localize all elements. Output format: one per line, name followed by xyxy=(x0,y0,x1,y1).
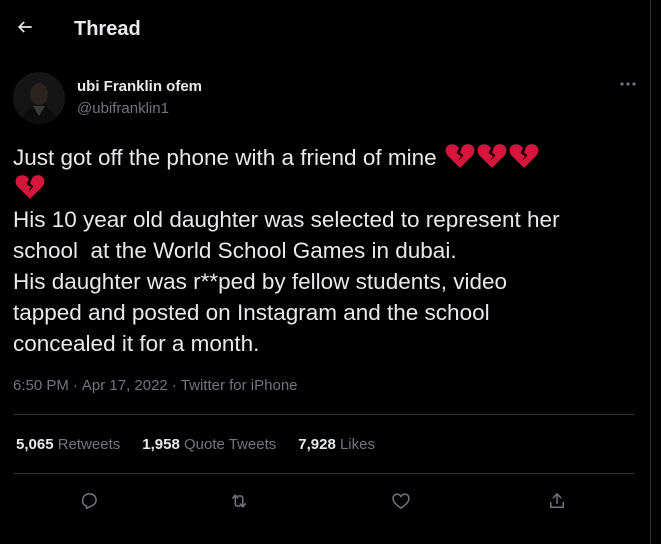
likes-label: Likes xyxy=(339,436,375,453)
tweet-date[interactable]: Apr 17, 2022 xyxy=(82,377,168,394)
share-button[interactable] xyxy=(539,483,575,519)
retweet-icon xyxy=(232,494,246,508)
thread-header: Thread xyxy=(0,0,650,58)
retweets-count: 5,065 xyxy=(16,436,54,453)
quote-tweets-stat[interactable]: 1,958 Quote Tweets xyxy=(142,435,276,455)
tweet-text-line: Just got off the phone with a friend of … xyxy=(13,145,437,170)
retweets-stat[interactable]: 5,065 Retweets xyxy=(16,435,120,455)
back-button[interactable] xyxy=(8,10,42,44)
tweet-author-row: ubi Franklin ofem @ubifranklin1 xyxy=(13,70,643,126)
tweet-text: Just got off the phone with a friend of … xyxy=(13,142,633,359)
tweet-source[interactable]: Twitter for iPhone xyxy=(181,377,298,394)
tweet-text-line: school at the World School Games in duba… xyxy=(13,238,457,263)
tweet-text-line: tapped and posted on Instagram and the s… xyxy=(13,300,490,325)
meta-separator: · xyxy=(72,377,78,394)
page-title: Thread xyxy=(74,18,141,40)
quote-tweets-label: Quote Tweets xyxy=(183,436,277,453)
broken-heart-icon xyxy=(15,175,45,199)
quote-tweets-count: 1,958 xyxy=(142,436,180,453)
tweet-text-line: concealed it for a month. xyxy=(13,331,260,356)
likes-count: 7,928 xyxy=(298,436,336,453)
broken-heart-icon xyxy=(477,144,507,168)
heart-outline-icon xyxy=(392,493,410,509)
profile-photo xyxy=(13,72,65,124)
share-icon xyxy=(550,493,564,508)
more-horizontal-icon xyxy=(620,82,636,86)
author-handle[interactable]: @ubifranklin1 xyxy=(77,100,169,118)
thread-page: Thread ubi Franklin ofem @ubifranklin1 J… xyxy=(0,0,651,544)
broken-heart-icon xyxy=(509,144,539,168)
tweet-actions xyxy=(0,483,650,519)
broken-heart-icon xyxy=(445,144,475,168)
more-options-button[interactable] xyxy=(613,72,643,96)
arrow-left-icon xyxy=(17,21,32,33)
tweet-text-line: His daughter was r**ped by fellow studen… xyxy=(13,269,508,294)
reply-icon xyxy=(82,493,97,510)
divider xyxy=(13,473,635,474)
tweet-time[interactable]: 6:50 PM xyxy=(13,377,69,394)
tweet-meta: 6:50 PM · Apr 17, 2022 · Twitter for iPhone xyxy=(13,376,298,396)
avatar[interactable] xyxy=(13,72,65,124)
meta-separator: · xyxy=(171,377,177,394)
retweet-button[interactable] xyxy=(221,483,257,519)
likes-stat[interactable]: 7,928 Likes xyxy=(298,435,375,455)
tweet-stats: 5,065 Retweets 1,958 Quote Tweets 7,928 … xyxy=(16,435,375,455)
author-name[interactable]: ubi Franklin ofem xyxy=(77,78,202,96)
retweets-label: Retweets xyxy=(57,436,121,453)
tweet-text-line: His 10 year old daughter was selected to… xyxy=(13,207,560,232)
like-button[interactable] xyxy=(383,483,419,519)
reply-button[interactable] xyxy=(71,483,107,519)
divider xyxy=(13,414,635,415)
